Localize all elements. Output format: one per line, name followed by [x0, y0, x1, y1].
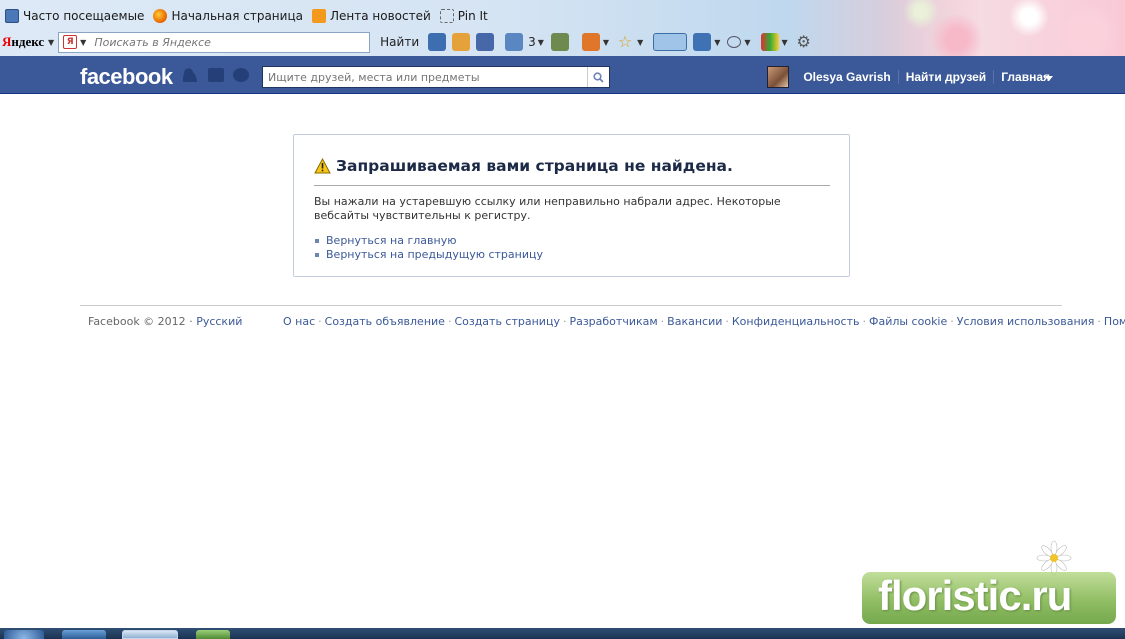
footer-separator: ·	[447, 315, 452, 328]
footer-separator: ·	[950, 315, 954, 328]
search-icon	[593, 71, 604, 83]
notification-icons	[183, 68, 258, 82]
firefox-icon	[153, 9, 168, 23]
bookmark-news-feed[interactable]: Лента новостей	[311, 9, 431, 23]
chevron-down-icon[interactable]: ▼	[782, 38, 788, 47]
pin-icon	[439, 9, 454, 23]
footer-link-careers[interactable]: Вакансии	[667, 315, 722, 328]
facebook-search-box	[262, 66, 610, 88]
facebook-search-input[interactable]	[263, 67, 587, 87]
footer-separator: ·	[562, 315, 567, 328]
footer-separator: ·	[660, 315, 665, 328]
back-home-link[interactable]: Вернуться на главную	[314, 234, 543, 248]
translate-toggle-icon[interactable]	[653, 33, 688, 51]
footer-link-help[interactable]: Помощь	[1104, 315, 1125, 328]
find-friends-link[interactable]: Найти друзей	[899, 70, 995, 84]
elements-icon[interactable]	[760, 33, 779, 51]
bookmarks-bar: Часто посещаемые Начальная страница Лент…	[0, 6, 492, 26]
footer-link-create-page[interactable]: Создать страницу	[454, 315, 560, 328]
taskbar-ie-button[interactable]	[62, 630, 106, 639]
footer-separator: ·	[1097, 315, 1101, 328]
footer-divider	[80, 305, 1062, 306]
error-title: Запрашиваемая вами страница не найдена.	[336, 157, 733, 175]
language-link[interactable]: Русский	[196, 315, 242, 328]
yandex-search-box[interactable]: Я ▼	[58, 31, 371, 53]
warning-icon	[314, 158, 331, 174]
facebook-logo[interactable]: facebook	[80, 64, 173, 90]
footer-links: О нас · Создать объявление · Создать страниц…	[283, 315, 1125, 328]
daisy-icon	[1036, 540, 1072, 576]
facebook-icon[interactable]	[476, 33, 495, 51]
chevron-down-icon[interactable]: ▼	[80, 38, 86, 47]
facebook-user-nav: Olesya Gavrish Найти друзей Главная	[767, 66, 1057, 88]
error-heading: Запрашиваемая вами страница не найдена.	[314, 157, 733, 175]
chevron-down-icon[interactable]: ▼	[603, 38, 609, 47]
avatar[interactable]	[767, 66, 790, 88]
translate-icon[interactable]	[693, 33, 712, 51]
footer-link-developers[interactable]: Разработчикам	[569, 315, 657, 328]
messages-icon[interactable]	[208, 68, 224, 82]
error-links: Вернуться на главную Вернуться на предыд…	[314, 234, 543, 262]
mail-count: 3	[528, 35, 536, 49]
footer-link-create-ad[interactable]: Создать объявление	[325, 315, 445, 328]
comment-icon[interactable]	[727, 36, 742, 48]
chevron-down-icon[interactable]: ▼	[637, 38, 643, 47]
yandex-find-button[interactable]: Найти	[380, 35, 419, 49]
music-icon[interactable]	[581, 33, 600, 51]
bookmarks-icon[interactable]	[428, 33, 447, 51]
gear-icon[interactable]: ⚙	[795, 33, 813, 51]
taskbar-explorer-button[interactable]	[196, 630, 230, 639]
search-button[interactable]	[587, 67, 609, 87]
footer-separator: ·	[189, 315, 193, 328]
footer-link-about[interactable]: О нас	[283, 315, 315, 328]
bookmark-most-visited[interactable]: Часто посещаемые	[5, 9, 144, 23]
star-icon[interactable]: ☆	[616, 33, 634, 51]
copyright: Facebook © 2012	[88, 315, 186, 328]
notifications-globe-icon[interactable]	[233, 68, 249, 82]
yandex-logo[interactable]: Яндекс	[2, 34, 48, 50]
browser-toolbar-area: Часто посещаемые Начальная страница Лент…	[0, 0, 1125, 56]
footer-link-cookies[interactable]: Файлы cookie	[869, 315, 947, 328]
chevron-down-icon[interactable]: ▼	[538, 38, 544, 47]
error-box: Запрашиваемая вами страница не найдена. …	[293, 134, 850, 277]
footer-separator: ·	[318, 315, 322, 328]
footer-separator: ·	[725, 315, 729, 328]
taskbar-firefox-button[interactable]	[122, 630, 178, 639]
footer-separator: ·	[862, 315, 866, 328]
rss-icon	[311, 9, 326, 23]
page-icon	[5, 9, 19, 23]
yandex-toolbar: Яндекс ▼ Я ▼ Найти 3 ▼ ▼ ☆ ▼ ▼ ▼ ▼ ⚙	[0, 30, 900, 54]
chevron-down-icon[interactable]: ▼	[48, 38, 54, 47]
friend-requests-icon[interactable]	[183, 68, 199, 82]
footer-link-terms[interactable]: Условия использования	[957, 315, 1095, 328]
error-message: Вы нажали на устаревшую ссылку или непра…	[314, 195, 781, 222]
traffic-icon[interactable]	[452, 33, 471, 51]
watermark-text: floristic.ru	[878, 572, 1072, 619]
account-menu-chevron-icon[interactable]	[1045, 76, 1053, 81]
chevron-down-icon[interactable]: ▼	[744, 38, 750, 47]
facebook-header: facebook Olesya Gavrish Найти друзей Гла…	[0, 56, 1125, 94]
yandex-icon: Я	[63, 35, 78, 49]
bookmark-start-page[interactable]: Начальная страница	[153, 9, 303, 23]
chevron-down-icon[interactable]: ▼	[714, 38, 720, 47]
start-button[interactable]	[4, 630, 44, 639]
bookmark-pin-it[interactable]: Pin It	[439, 9, 488, 23]
profile-link[interactable]: Olesya Gavrish	[796, 70, 899, 84]
footer-link-privacy[interactable]: Конфиденциальность	[732, 315, 860, 328]
footer-left: Facebook © 2012 · Русский	[88, 315, 242, 328]
yandex-search-input[interactable]	[94, 35, 365, 49]
divider	[314, 185, 830, 186]
back-previous-link[interactable]: Вернуться на предыдущую страницу	[314, 248, 543, 262]
watermark: floristic.ru	[862, 572, 1116, 624]
weather-icon[interactable]	[550, 33, 569, 51]
mail-icon[interactable]	[505, 33, 524, 51]
theme-background-image	[885, 0, 1125, 56]
